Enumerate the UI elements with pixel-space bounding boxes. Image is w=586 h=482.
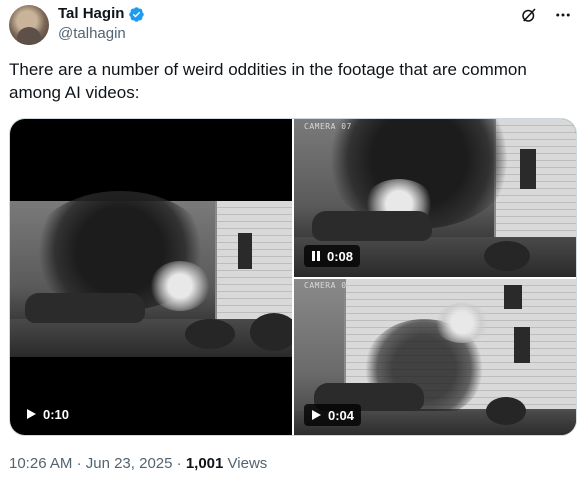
- views-label: Views: [227, 455, 268, 472]
- video-duration: 0:10: [43, 406, 70, 422]
- meta-separator: ·: [176, 455, 182, 472]
- video-duration-badge-3: 0:04: [304, 404, 362, 426]
- slash-circle-icon[interactable]: [519, 5, 539, 25]
- tweet-date[interactable]: Jun 23, 2025: [86, 455, 173, 472]
- tank-shape: [25, 293, 145, 323]
- bush: [250, 313, 292, 351]
- building-shape: [215, 201, 292, 321]
- play-icon[interactable]: [26, 408, 37, 420]
- verified-badge-icon[interactable]: [128, 6, 145, 23]
- tweet-text: There are a number of weird oddities in …: [9, 60, 527, 102]
- video-duration: 0:08: [327, 248, 354, 264]
- video-duration-badge-1: 0:10: [19, 403, 77, 425]
- building-window: [520, 149, 536, 189]
- ground: [10, 319, 292, 357]
- tweet-meta: 10:26 AM · Jun 23, 2025 · 1,001 Views: [9, 455, 267, 473]
- video-tile-2[interactable]: CAMERA 07 0:08: [294, 119, 576, 277]
- tweet-header: Tal Hagin @talhagin: [9, 5, 577, 45]
- media-grid: 0:10 CAMERA 07 0:08 CAMERA 07 0:04: [9, 118, 577, 436]
- video-duration-badge-2: 0:08: [304, 245, 361, 267]
- more-dots-icon[interactable]: [553, 5, 573, 25]
- author-name-row: Tal Hagin: [58, 5, 145, 23]
- bush: [486, 397, 526, 425]
- fire-glow: [434, 303, 490, 343]
- video-duration: 0:04: [328, 407, 355, 423]
- bush: [484, 241, 530, 271]
- play-icon[interactable]: [311, 409, 322, 421]
- building-window: [514, 327, 530, 363]
- author-handle[interactable]: @talhagin: [58, 25, 126, 43]
- pause-icon[interactable]: [311, 250, 321, 262]
- tank-shape: [312, 211, 432, 241]
- fire-glow: [150, 261, 210, 311]
- views-count: 1,001: [185, 455, 224, 472]
- avatar[interactable]: [9, 5, 49, 45]
- author-display-name[interactable]: Tal Hagin: [58, 5, 124, 23]
- bush: [185, 319, 235, 349]
- video-tile-3[interactable]: CAMERA 07 0:04: [294, 279, 576, 435]
- building-window: [238, 233, 252, 269]
- building-window: [504, 285, 522, 309]
- video-frame-1: [10, 191, 292, 357]
- header-actions: [519, 5, 573, 25]
- camera-label: CAMERA 07: [304, 281, 352, 290]
- tweet-time[interactable]: 10:26 AM: [9, 455, 72, 472]
- meta-separator: ·: [76, 455, 82, 472]
- camera-label: CAMERA 07: [304, 122, 352, 131]
- video-tile-1[interactable]: 0:10: [10, 119, 292, 435]
